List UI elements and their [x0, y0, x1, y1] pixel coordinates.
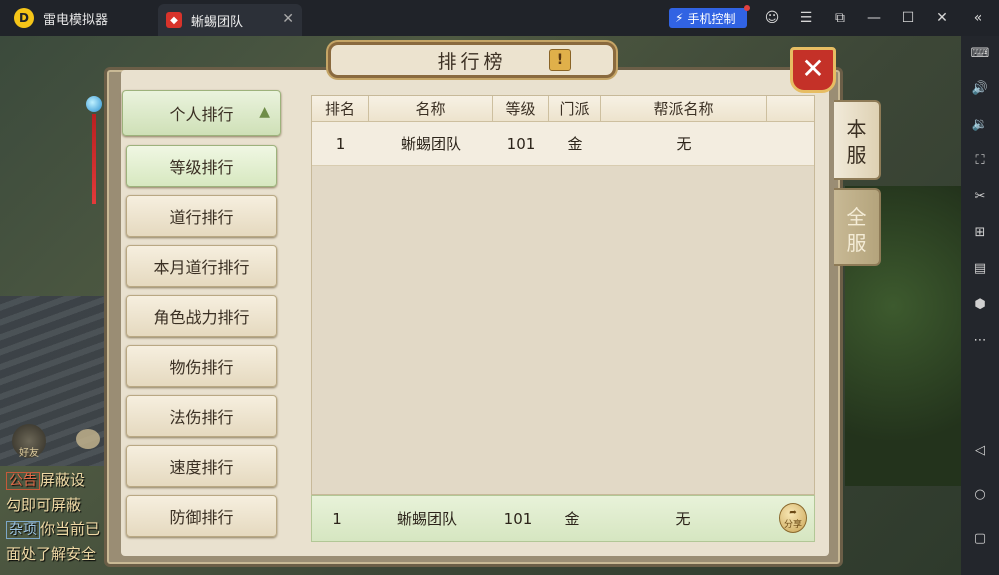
- panel-title: 排行榜: [437, 50, 507, 73]
- table-row[interactable]: 1 蜥蜴团队 101 金 无: [312, 122, 814, 166]
- chat-line: 公告 屏蔽设: [6, 468, 116, 493]
- chat-line: 面处了解安全: [6, 542, 116, 566]
- my-name: 蜥蜴团队: [396, 510, 457, 528]
- add-window-icon[interactable]: ⊞: [970, 223, 990, 243]
- back-icon[interactable]: ◁: [970, 441, 990, 461]
- chat-line: 杂项 你当前已: [6, 517, 116, 542]
- apk-install-icon[interactable]: ▤: [970, 259, 990, 279]
- panel-title-plate: 排行榜 !: [328, 42, 616, 78]
- close-icon[interactable]: ✕: [933, 9, 951, 27]
- menu-speed-ranking[interactable]: 速度排行: [126, 445, 277, 487]
- friend-button[interactable]: 好友: [12, 424, 46, 459]
- minimize-icon[interactable]: —: [865, 9, 883, 27]
- tab-this-server-label: 本服: [846, 117, 867, 167]
- restore-window-icon[interactable]: ⧉: [831, 9, 849, 27]
- menu-monthly-dao-ranking[interactable]: 本月道行排行: [126, 245, 277, 287]
- my-rank: 1: [332, 510, 342, 528]
- recents-icon[interactable]: ▢: [970, 529, 990, 549]
- friend-label: 好友: [19, 448, 39, 459]
- chat-text: 屏蔽设: [40, 471, 86, 489]
- menu-level-ranking[interactable]: 等级排行: [126, 145, 277, 187]
- my-rank-row: 1 蜥蜴团队 101 金 无 ➦ 分享: [311, 495, 815, 542]
- volume-down-icon[interactable]: 🔉: [970, 115, 990, 135]
- cell-sect: 金: [567, 135, 583, 153]
- bolt-icon: ⚡: [675, 11, 684, 25]
- home-icon[interactable]: ○: [970, 485, 990, 505]
- game-tab[interactable]: ◆ 蜥蜴团队 ✕: [158, 4, 302, 36]
- tab-all-servers-label: 全服: [846, 205, 867, 255]
- more-icon[interactable]: ⋯: [970, 331, 990, 351]
- help-button[interactable]: !: [549, 49, 571, 71]
- jade-ornament: [86, 86, 102, 216]
- cell-level: 101: [506, 135, 536, 153]
- chat-tag: 公告: [6, 472, 40, 490]
- my-sect: 金: [564, 510, 580, 528]
- game-tab-label: 蜥蜴团队: [191, 14, 244, 30]
- table-header: 排名 名称 等级 门派 帮派名称: [312, 96, 814, 122]
- volume-up-icon[interactable]: 🔊: [970, 79, 990, 99]
- game-tab-icon: ◆: [166, 12, 182, 28]
- menu-combat-power-ranking[interactable]: 角色战力排行: [126, 295, 277, 337]
- chat-bubble-icon[interactable]: [76, 429, 100, 449]
- screenshot-icon[interactable]: ⛶: [970, 151, 990, 171]
- chat-text: 你当前已: [40, 520, 101, 538]
- collapse-icon[interactable]: «: [969, 9, 987, 27]
- tassel-decoration: [92, 114, 96, 204]
- chat-text: 面处了解安全: [6, 545, 97, 563]
- cell-guild: 无: [676, 135, 692, 153]
- menu-defense-ranking[interactable]: 防御排行: [126, 495, 277, 537]
- maximize-icon[interactable]: ☐: [899, 9, 917, 27]
- chat-tag: 杂项: [6, 521, 40, 539]
- tab-all-servers[interactable]: 全服: [834, 188, 881, 266]
- panel-close-button[interactable]: ✕: [790, 47, 836, 93]
- chevron-up-icon: ▲: [259, 104, 270, 120]
- my-guild: 无: [675, 510, 691, 528]
- menu-physical-damage-ranking[interactable]: 物伤排行: [126, 345, 277, 387]
- column-level: 等级: [493, 96, 549, 122]
- tab-this-server[interactable]: 本服: [834, 100, 881, 180]
- tab-close-icon[interactable]: ✕: [282, 11, 294, 27]
- column-rank: 排名: [312, 96, 369, 122]
- menu-personal-ranking[interactable]: 个人排行 ▲: [122, 90, 281, 136]
- cell-rank: 1: [335, 135, 346, 153]
- share-label: 分享: [783, 520, 802, 530]
- column-name: 名称: [369, 96, 493, 122]
- chat-log: 公告 屏蔽设 勾即可屏蔽 杂项 你当前已 面处了解安全: [6, 468, 116, 566]
- phone-control-button[interactable]: ⚡ 手机控制: [669, 5, 750, 28]
- menu-icon[interactable]: ☰: [797, 9, 815, 27]
- chat-line: 勾即可屏蔽: [6, 493, 116, 517]
- column-guild: 帮派名称: [601, 96, 767, 122]
- emulator-titlebar: D 雷电模拟器 ◆ 蜥蜴团队 ✕ ⚡ 手机控制 ☺ ☰ ⧉ — ☐ ✕ «: [0, 0, 999, 36]
- app-title: 雷电模拟器: [43, 12, 109, 28]
- scissors-icon[interactable]: ✂: [970, 187, 990, 207]
- column-sect: 门派: [549, 96, 601, 122]
- keyboard-icon[interactable]: ⌨: [970, 44, 990, 64]
- ranking-table[interactable]: 排名 名称 等级 门派 帮派名称 1 蜥蜴团队 101 金 无: [311, 95, 815, 495]
- menu-dao-ranking[interactable]: 道行排行: [126, 195, 277, 237]
- user-icon[interactable]: ☺: [763, 9, 781, 27]
- share-button[interactable]: ➦ 分享: [779, 503, 807, 533]
- emulator-sidebar: ⌨ 🔊 🔉 ⛶ ✂ ⊞ ▤ ⬢ ⋯ ◁ ○ ▢: [961, 36, 999, 575]
- menu-magic-damage-ranking[interactable]: 法伤排行: [126, 395, 277, 437]
- gem-icon: [86, 96, 102, 112]
- menu-header-label: 个人排行: [169, 105, 234, 124]
- notification-dot: [744, 5, 750, 11]
- phone-control-label: 手机控制: [687, 11, 736, 26]
- settings-hex-icon[interactable]: ⬢: [970, 295, 990, 315]
- my-level: 101: [503, 510, 533, 528]
- cell-name: 蜥蜴团队: [400, 135, 461, 153]
- chat-text: 勾即可屏蔽: [6, 496, 82, 514]
- share-icon: ➦: [789, 508, 797, 518]
- logo-icon: D: [14, 8, 34, 28]
